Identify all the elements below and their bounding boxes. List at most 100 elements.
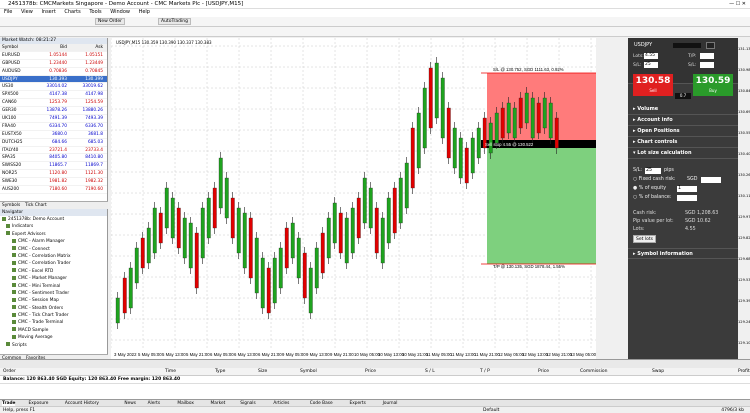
terminal-column-header[interactable]: S / L (425, 369, 435, 374)
sl-input[interactable]: 25 (644, 62, 658, 68)
section-symbol-info[interactable]: ▸ Symbol information (628, 248, 738, 259)
market-watch-row[interactable]: SWE30 1981.82 1982.32 (0, 178, 107, 187)
window-controls[interactable]: — ☐ ✕ (729, 1, 746, 7)
navigator-item[interactable]: CMC - Session Map (0, 297, 107, 304)
tp-input[interactable] (700, 53, 714, 59)
y-axis-label: 129.245 (738, 320, 750, 324)
price-chart[interactable]: S/L @ 130.752, SGD 1111.63, 0.92% Sell st… (110, 38, 628, 359)
calc-sl-input[interactable]: 25 (645, 168, 661, 174)
section-lot-size[interactable]: ▾ Lot size calculation (628, 148, 738, 159)
navigator-item[interactable]: CMC - Correlation Matrix (0, 253, 107, 260)
tab-symbols[interactable]: Symbols (2, 203, 20, 208)
market-watch-row[interactable]: GER30 13878.26 13880.26 (0, 107, 107, 116)
market-watch-row[interactable]: NOR25 1120.80 1121.30 (0, 170, 107, 179)
menu-tools[interactable]: Tools (89, 9, 101, 15)
navigator-item[interactable]: CMC - Alarm Manager (0, 238, 107, 245)
market-watch-row[interactable]: CAN60 1253.79 1254.59 (0, 99, 107, 108)
terminal-column-header[interactable]: Price (538, 369, 549, 374)
terminal-column-header[interactable]: Symbol (300, 369, 317, 374)
menu-file[interactable]: File (4, 9, 12, 15)
navigator-item[interactable]: MACD Sample (0, 327, 107, 334)
market-watch-row[interactable]: ITALY40 23721.4 23733.4 (0, 147, 107, 155)
section-chart-controls[interactable]: ▸ Chart controls (628, 137, 738, 148)
new-order-button[interactable]: New Order (95, 18, 126, 25)
lots-input[interactable]: 4.55 (644, 53, 658, 59)
balance-input[interactable] (677, 195, 697, 201)
terminal-column-header[interactable]: Type (215, 369, 225, 374)
equity-radio[interactable]: ● % of equity 1 (633, 186, 733, 195)
market-watch-row[interactable]: AUS200 7180.60 7190.60 (0, 186, 107, 194)
market-watch-row[interactable]: SPA35 8405.80 8410.80 (0, 154, 107, 163)
ask-price: 0.70845 (85, 68, 103, 74)
terminal-column-header[interactable]: Swap (652, 369, 664, 374)
symbol-name: SWISS20 (2, 163, 22, 169)
menu-view[interactable]: View (21, 9, 33, 15)
navigator-item[interactable]: Moving Average (0, 334, 107, 341)
navigator-item[interactable]: Expert Advisors (0, 231, 107, 238)
symbol-select[interactable]: USDJPY (634, 42, 652, 48)
section-account-info[interactable]: ▸ Account info (628, 115, 738, 126)
menu-insert[interactable]: Insert (41, 9, 55, 15)
terminal-column-header[interactable]: Order (3, 369, 16, 374)
navigator-item[interactable]: CMC - Connect (0, 246, 107, 253)
fixed-cash-radio[interactable]: ○ Fixed cash risk: SGD (633, 177, 733, 186)
market-watch-row[interactable]: SWISS20 11865.7 11869.7 (0, 162, 107, 171)
terminal-column-header[interactable]: Price (365, 369, 376, 374)
market-watch-row[interactable]: US30 33014.02 33019.62 (0, 83, 107, 92)
result-key: Cash risk: (633, 211, 657, 216)
market-watch-row[interactable]: EURUSD 1.05144 1.05151 (0, 52, 107, 60)
navigator-item[interactable]: CMC - Excel RTD (0, 268, 107, 275)
buy-button[interactable]: 130.59 Buy (693, 74, 733, 96)
equity-input[interactable]: 1 (677, 186, 697, 192)
y-axis-label: 131.130 (738, 47, 750, 51)
terminal-column-header[interactable]: Profit (738, 369, 750, 374)
tp-label: T/P: (688, 54, 697, 59)
y-axis-label: 130.115 (738, 194, 750, 198)
fixed-cash-input[interactable] (701, 177, 721, 183)
candle-bear (356, 197, 361, 239)
market-watch-row[interactable]: DUTCH25 684.66 685.03 (0, 139, 107, 147)
x-axis-label: 11 May 21:00 (474, 352, 500, 357)
market-watch-row[interactable]: GBPUSD 1.23440 1.23449 (0, 60, 107, 68)
section-volume[interactable]: ▸ Volume (628, 104, 738, 115)
market-watch-row[interactable]: EUSTX50 3680.0 3681.8 (0, 131, 107, 139)
tab-tick-chart[interactable]: Tick Chart (25, 203, 47, 208)
x-axis-label: 11 May 13:00 (450, 352, 476, 357)
sell-button[interactable]: 130.58 Sell (633, 74, 673, 96)
market-watch-row[interactable]: AUDUSD 0.70836 0.70845 (0, 68, 107, 76)
navigator-item[interactable]: CMC - Tick Chart Trader (0, 312, 107, 319)
close-icon[interactable] (706, 42, 715, 49)
navigator-item[interactable]: CMC - Stealth Orders (0, 305, 107, 312)
navigator-item[interactable]: CMC - Sentiment Trader (0, 290, 107, 297)
terminal-column-header[interactable]: T / P (480, 369, 490, 374)
navigator-item[interactable]: 2451378b: Demo Account (0, 216, 107, 223)
menu-help[interactable]: Help (139, 9, 150, 15)
y-axis-label: 129.390 (738, 299, 750, 303)
buy-label: Buy (709, 88, 717, 93)
candle-bear (338, 212, 343, 254)
terminal-column-header[interactable]: Time (165, 369, 176, 374)
navigator-item[interactable]: CMC - Mini Terminal (0, 283, 107, 290)
navigator-item[interactable]: CMC - Correlation Trader (0, 260, 107, 267)
navigator-item[interactable]: Scripts (0, 342, 107, 349)
menu-window[interactable]: Window (110, 9, 130, 15)
chart-canvas[interactable]: S/L @ 130.752, SGD 1111.63, 0.92% Sell st… (110, 38, 628, 359)
menu-bar: File View Insert Charts Tools Window Hel… (0, 9, 750, 17)
market-watch-row[interactable]: USDJPY 130.393 130.399 (0, 75, 107, 84)
balance-label: % of balance: (638, 195, 672, 200)
set-lots-button[interactable]: Set lots (633, 235, 656, 243)
bid-price: 1253.79 (49, 100, 67, 106)
navigator-item[interactable]: CMC - Market Manager (0, 275, 107, 282)
market-watch-row[interactable]: FRA40 6334.70 6336.70 (0, 123, 107, 131)
menu-charts[interactable]: Charts (64, 9, 80, 15)
balance-radio[interactable]: ○ % of balance: (633, 195, 733, 204)
section-open-positions[interactable]: ▸ Open Positions (628, 126, 738, 137)
market-watch-row[interactable]: SPX500 4147.38 4147.98 (0, 91, 107, 100)
terminal-column-header[interactable]: Size (258, 369, 267, 374)
sl-input-2[interactable] (700, 62, 714, 68)
auto-trading-button[interactable]: AutoTrading (158, 18, 191, 25)
navigator-item[interactable]: CMC - Trade Terminal (0, 319, 107, 326)
market-watch-row[interactable]: UK100 7491.39 7493.39 (0, 115, 107, 123)
navigator-item[interactable]: Indicators (0, 223, 107, 230)
terminal-column-header[interactable]: Commission (580, 369, 607, 374)
